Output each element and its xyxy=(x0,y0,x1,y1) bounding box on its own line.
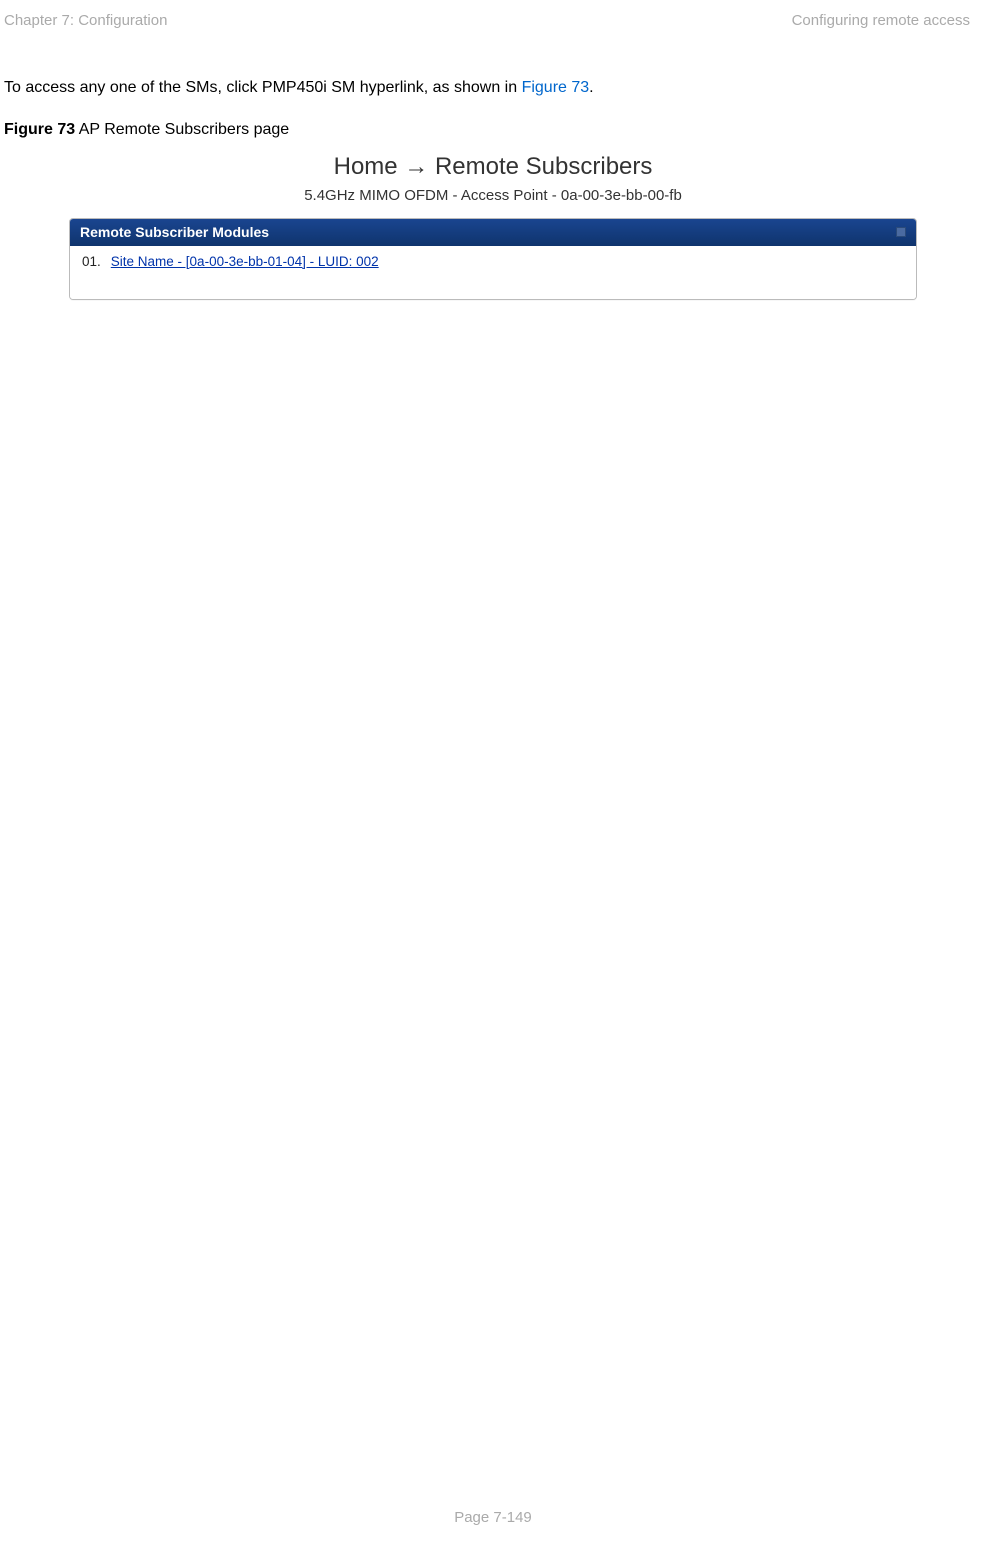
page-footer: Page 7-149 xyxy=(0,1509,986,1526)
breadcrumb: Home → Remote Subscribers xyxy=(4,153,982,181)
panel-body: 01. Site Name - [0a-00-3e-bb-01-04] - LU… xyxy=(70,246,916,299)
intro-text-before: To access any one of the SMs, click PMP4… xyxy=(4,79,522,96)
figure-label: Figure 73 xyxy=(4,121,75,138)
figure-caption-text: AP Remote Subscribers page xyxy=(75,121,289,138)
remote-subscriber-panel: Remote Subscriber Modules 01. Site Name … xyxy=(69,218,917,300)
chapter-title: Chapter 7: Configuration xyxy=(4,12,167,29)
intro-paragraph: To access any one of the SMs, click PMP4… xyxy=(4,79,982,97)
panel-title: Remote Subscriber Modules xyxy=(80,224,269,240)
page-content: To access any one of the SMs, click PMP4… xyxy=(0,29,986,300)
device-subtitle: 5.4GHz MIMO OFDM - Access Point - 0a-00-… xyxy=(4,187,982,204)
figure-caption: Figure 73 AP Remote Subscribers page xyxy=(4,121,982,139)
intro-text-after: . xyxy=(589,79,593,96)
page-header: Chapter 7: Configuration Configuring rem… xyxy=(0,0,986,29)
page-number: Page 7-149 xyxy=(454,1509,532,1526)
figure-reference-link[interactable]: Figure 73 xyxy=(522,79,590,96)
list-item-number: 01. xyxy=(82,254,101,269)
section-title: Configuring remote access xyxy=(792,12,970,29)
list-item: 01. Site Name - [0a-00-3e-bb-01-04] - LU… xyxy=(82,254,904,269)
subscriber-link[interactable]: Site Name - [0a-00-3e-bb-01-04] - LUID: … xyxy=(111,254,379,269)
panel-header: Remote Subscriber Modules xyxy=(70,219,916,246)
panel-collapse-icon[interactable] xyxy=(896,227,906,237)
